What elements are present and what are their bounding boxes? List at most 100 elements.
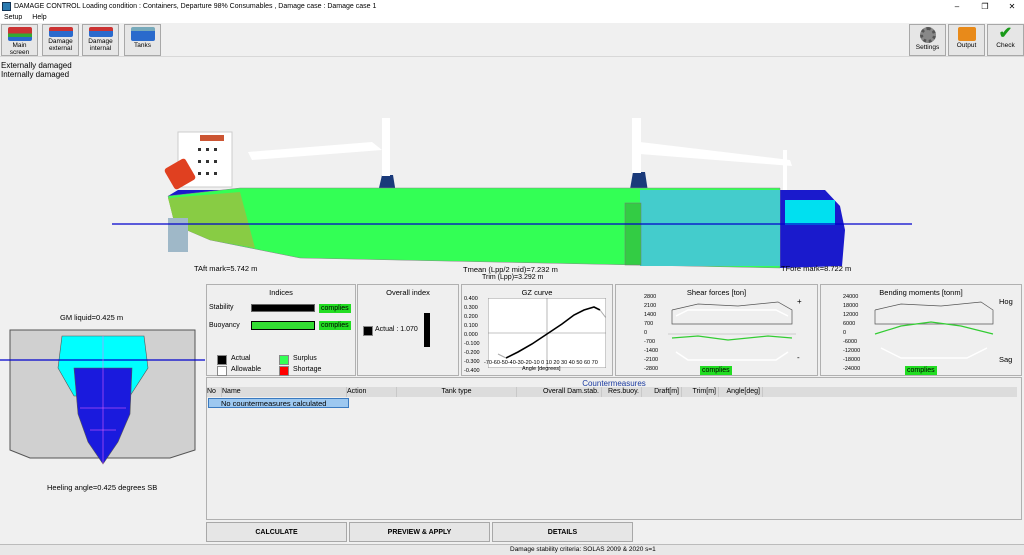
damage-internal-icon	[88, 27, 113, 37]
shear-plus: +	[797, 297, 802, 306]
main-screen-label: Main screen	[9, 42, 30, 56]
surplus-legend: Surplus	[293, 355, 317, 362]
toolbar: Main screen Damage external Damage interna…	[0, 23, 1024, 57]
internally-damaged-label: Internally damaged	[1, 70, 70, 79]
shear-plot	[668, 301, 796, 361]
gz-ytick: 0.000	[464, 332, 478, 338]
calculate-button[interactable]: CALCULATE	[206, 522, 347, 542]
stability-status: complies	[319, 304, 351, 313]
gz-plot	[488, 298, 606, 368]
bending-ytick: 24000	[843, 294, 859, 300]
buoyancy-bar	[251, 321, 315, 330]
minimize-icon[interactable]: –	[946, 0, 968, 13]
shear-yticks: 2800 2100 1400 700 0 -700 -1400 -2100 -2…	[644, 294, 666, 372]
details-button[interactable]: DETAILS	[492, 522, 633, 542]
tanks-label: Tanks	[134, 42, 151, 49]
col-filler	[763, 387, 1017, 397]
check-label: Check	[996, 42, 1015, 49]
crane-jib-aft	[640, 142, 792, 166]
settings-button[interactable]: Settings	[909, 24, 946, 56]
buoyancy-status: complies	[319, 321, 351, 330]
gz-ytick: 0.400	[464, 296, 478, 302]
allowable-swatch	[217, 366, 227, 376]
surplus-swatch	[279, 355, 289, 365]
bending-ytick: -24000	[843, 366, 861, 372]
check-button[interactable]: ✔ Check	[987, 24, 1024, 56]
damage-status: Externally damaged Internally damaged	[1, 61, 72, 79]
countermeasures-header: No Name Action Tank type Overall Dam.sta…	[207, 387, 1017, 397]
output-label: Output	[956, 42, 977, 49]
taft-mark: TAft mark=5.742 m	[194, 264, 258, 273]
close-icon[interactable]: ✕	[1001, 0, 1023, 13]
damage-internal-button[interactable]: Damage internal	[82, 24, 119, 56]
heeling-angle-label: Heeling angle=0.425 degrees SB	[47, 483, 158, 492]
col-angle[interactable]: Angle[deg]	[719, 387, 763, 397]
damaged-hold	[640, 190, 780, 266]
gz-curve-panel: GZ curve 0.400 0.300 0.200 0.100 0.000 -…	[461, 284, 613, 376]
col-res-buoy[interactable]: Res.buoy.	[602, 387, 642, 397]
col-no[interactable]: No	[207, 387, 222, 397]
col-trim[interactable]: Trim[m]	[682, 387, 719, 397]
settings-label: Settings	[915, 44, 940, 51]
overall-index-panel: Overall index Actual : 1.070	[357, 284, 459, 376]
buoyancy-label: Buoyancy	[209, 322, 240, 329]
status-bar: Damage stability criteria: SOLAS 2009 & …	[0, 544, 1024, 555]
damage-internal-label-2: internal	[89, 45, 112, 52]
shear-ytick: -2100	[644, 357, 659, 363]
indices-panel: Indices Stability complies Buoyancy comp…	[206, 284, 356, 376]
tanks-icon	[130, 27, 155, 41]
allowable-legend: Allowable	[231, 366, 261, 373]
damage-external-label-2: external	[48, 45, 73, 52]
stability-label: Stability	[209, 304, 234, 311]
tmean-label: Tmean (Lpp/2 mid)=7.232 m	[463, 265, 558, 274]
empty-countermeasures-row[interactable]: No countermeasures calculated	[208, 398, 349, 408]
shear-status: complies	[700, 366, 732, 375]
shear-minus: -	[797, 353, 800, 362]
damage-external-label: Damage	[48, 38, 73, 45]
gm-liquid-label: GM liquid=0.425 m	[60, 313, 124, 322]
col-action[interactable]: Action	[347, 387, 397, 397]
actual-legend: Actual	[231, 355, 251, 362]
main-screen-button[interactable]: Main screen	[1, 24, 38, 56]
bending-moments-panel: Bending moments [tonm] 24000 18000 12000…	[820, 284, 1022, 376]
output-button[interactable]: Output	[948, 24, 985, 56]
damage-external-button[interactable]: Damage external	[42, 24, 79, 56]
restore-icon[interactable]: ❐	[974, 0, 996, 13]
ship-profile-view[interactable]: TAft mark=5.742 m TFore mark=8.722 m Tme…	[0, 80, 1024, 284]
shear-ytick: 2100	[644, 303, 657, 309]
col-draft[interactable]: Draft[m]	[642, 387, 682, 397]
col-tank-type[interactable]: Tank type	[397, 387, 517, 397]
crane-post-fwd	[382, 118, 390, 176]
shear-forces-panel: Shear forces [ton] 2800 2100 1400 700 0 …	[615, 284, 818, 376]
bending-ytick: 0	[843, 330, 847, 336]
menu-bar: Setup Help	[0, 13, 1024, 23]
title-bar: DAMAGE CONTROL Loading condition : Conta…	[0, 0, 1024, 13]
bending-ytick: 18000	[843, 303, 859, 309]
preview-apply-button[interactable]: PREVIEW & APPLY	[349, 522, 490, 542]
shear-ytick: 2800	[644, 294, 657, 300]
bending-status: complies	[905, 366, 937, 375]
damage-external-icon	[48, 27, 73, 37]
gz-yticks: 0.400 0.300 0.200 0.100 0.000 -0.100 -0.…	[464, 296, 484, 374]
tanks-button[interactable]: Tanks	[124, 24, 161, 56]
col-overall-dam-stab[interactable]: Overall Dam.stab.	[517, 387, 602, 397]
checkmark-icon: ✔	[998, 25, 1013, 42]
shear-ytick: 0	[644, 330, 648, 336]
app-icon	[2, 2, 11, 11]
shear-allowable-neg	[675, 351, 789, 361]
section-view: GM liquid=0.425 m Heeling angle=0.425 de…	[0, 308, 205, 523]
tfore-mark: TFore mark=8.722 m	[781, 264, 852, 273]
ship-profile-svg	[112, 118, 912, 269]
bending-allowable	[880, 347, 988, 359]
col-name[interactable]: Name	[222, 387, 347, 397]
gz-ytick: 0.100	[464, 323, 478, 329]
indices-title: Indices	[269, 288, 293, 297]
sag-label: Sag	[999, 355, 1013, 364]
overall-actual-label: Actual : 1.070	[375, 326, 418, 333]
menu-help[interactable]: Help	[32, 14, 46, 21]
menu-setup[interactable]: Setup	[4, 14, 22, 21]
criteria-text: Damage stability criteria: SOLAS 2009 & …	[510, 546, 656, 553]
gz-xlabel: Angle [degrees]	[522, 366, 561, 372]
gz-ytick: 0.300	[464, 305, 478, 311]
shear-ytick: -1400	[644, 348, 659, 354]
